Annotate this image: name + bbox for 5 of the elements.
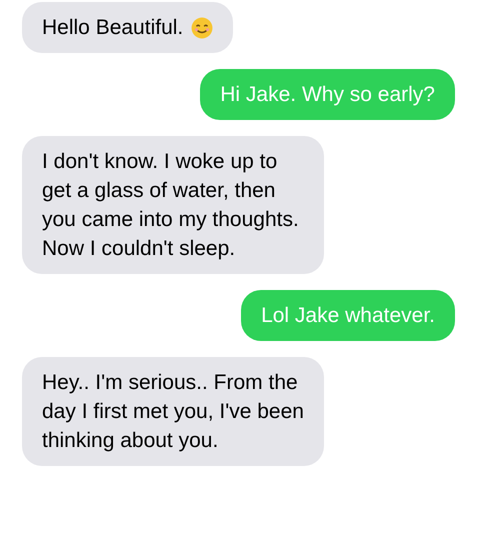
message-text: Hey.. I'm serious.. From the day I first met you, I've been thinking about you. — [42, 370, 304, 454]
message-text: Hi Jake. Why so early? — [220, 82, 435, 108]
message-text: Lol Jake whatever. — [261, 303, 435, 329]
message-text: I don't know. I woke up to get a glass of water, then you came into my thoughts. Now I couldn't sleep. — [42, 149, 300, 262]
message-text: Hello Beautiful. — [42, 15, 184, 41]
